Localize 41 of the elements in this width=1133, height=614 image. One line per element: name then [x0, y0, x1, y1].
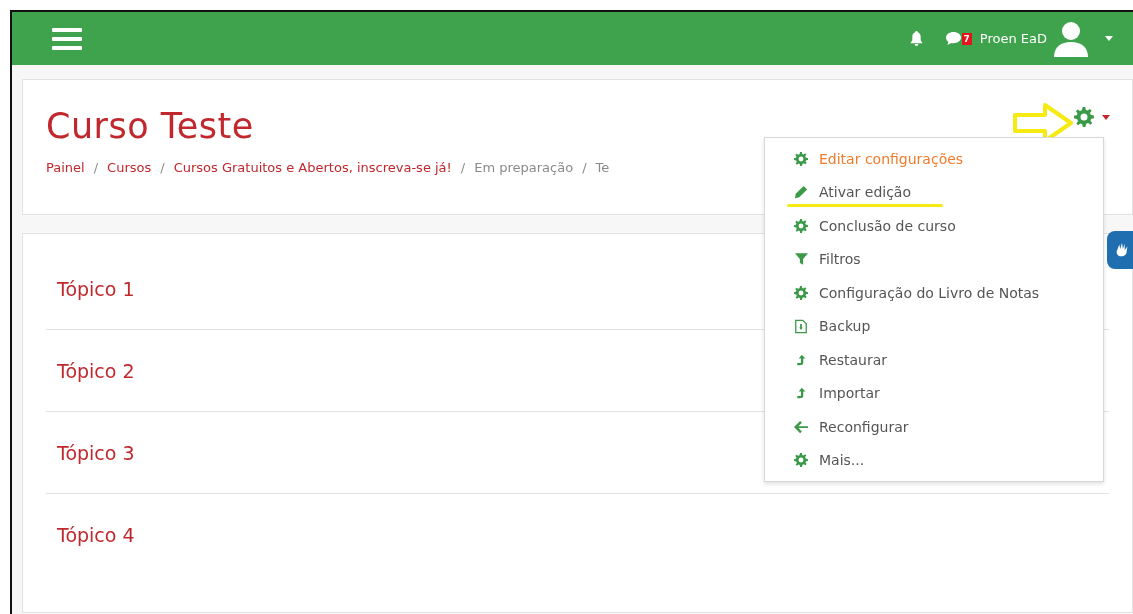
- menu-item[interactable]: Ativar edição: [765, 175, 1103, 209]
- message-count-badge: 7: [961, 32, 972, 45]
- gear-icon: [794, 218, 808, 233]
- menu-item[interactable]: Restaurar: [765, 343, 1103, 377]
- topic-title[interactable]: Tópico 1: [46, 277, 135, 300]
- topic-title[interactable]: Tópico 3: [46, 441, 135, 464]
- breadcrumb-separator: /: [93, 160, 99, 175]
- menu-item[interactable]: Conclusão de curso: [765, 209, 1103, 243]
- breadcrumb-separator: /: [460, 160, 466, 175]
- menu-item[interactable]: Filtros: [765, 242, 1103, 276]
- menu-icon[interactable]: [52, 27, 82, 50]
- breadcrumb-item: Te: [595, 160, 610, 175]
- breadcrumb-item: Em preparação: [474, 160, 574, 175]
- course-title: Curso Teste: [46, 106, 255, 146]
- gear-icon: [794, 285, 808, 300]
- gear-icon: [794, 151, 808, 166]
- menu-item[interactable]: Reconfigurar: [765, 410, 1103, 444]
- breadcrumb-link[interactable]: Painel: [46, 160, 85, 175]
- pencil-icon: [794, 185, 808, 200]
- menu-item[interactable]: Configuração do Livro de Notas: [765, 276, 1103, 310]
- topic-title[interactable]: Tópico 4: [46, 523, 135, 546]
- gear-icon: [794, 453, 808, 468]
- bell-icon[interactable]: [909, 31, 923, 46]
- breadcrumb-link[interactable]: Cursos: [107, 160, 152, 175]
- caret-icon: [1102, 114, 1110, 120]
- user-avatar-icon[interactable]: [1051, 20, 1091, 57]
- menu-item[interactable]: Mais...: [765, 443, 1103, 477]
- upload-arrow-icon: [795, 352, 807, 367]
- menu-item[interactable]: Importar: [765, 376, 1103, 410]
- breadcrumb-link[interactable]: Cursos Gratuitos e Abertos, inscreva-se já!: [173, 160, 452, 175]
- caret-icon[interactable]: [1105, 36, 1113, 41]
- menu-item[interactable]: Backup: [765, 309, 1103, 343]
- upload-arrow-icon: [795, 386, 807, 401]
- filter-icon: [794, 252, 808, 267]
- topic-title[interactable]: Tópico 2: [46, 359, 135, 382]
- left-arrow-icon: [794, 419, 808, 434]
- breadcrumb-separator: /: [160, 160, 165, 175]
- chat-icon[interactable]: [944, 31, 962, 46]
- file-icon: [794, 318, 808, 334]
- breadcrumb-separator: /: [582, 160, 587, 175]
- gear-icon: [1074, 107, 1094, 127]
